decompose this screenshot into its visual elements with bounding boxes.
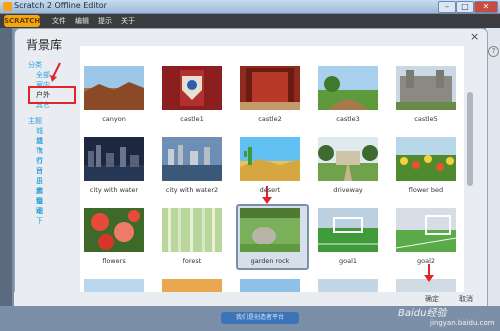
menu-about[interactable]: 关于 [121, 16, 135, 26]
backdrop-label: desert [259, 186, 281, 194]
scratch-logo: SCRATCH [4, 15, 41, 27]
selection-highlight [28, 86, 76, 104]
backdrop-label: castle3 [336, 115, 360, 123]
backdrop-thumbnail [318, 208, 378, 252]
footer-button[interactable]: 我们是创造者平台 [221, 312, 299, 324]
backdrop-tile[interactable]: canyon [84, 66, 152, 123]
backdrop-tile[interactable]: goal1 [318, 208, 386, 265]
window-title: Scratch 2 Offline Editor [14, 1, 107, 10]
menu-edit[interactable]: 编辑 [75, 16, 89, 26]
red-arrow-icon [424, 264, 434, 282]
backdrop-tile[interactable]: city with water2 [162, 137, 230, 194]
backdrop-thumbnail [396, 66, 456, 110]
backdrop-thumbnail-partial[interactable] [162, 279, 222, 292]
backdrop-thumbnail [84, 66, 144, 110]
watermark-brand: Baidu经验 [398, 308, 447, 319]
backdrop-label: garden rock [250, 257, 290, 265]
backdrop-tile[interactable]: flowers [84, 208, 152, 265]
backdrop-thumbnail [84, 208, 144, 252]
backdrop-tile[interactable]: goal2 [396, 208, 464, 265]
theme-header: 主题 [28, 117, 42, 125]
maximize-button[interactable]: □ [456, 1, 474, 13]
backdrop-label: castle2 [258, 115, 282, 123]
minimize-button[interactable]: – [438, 1, 456, 13]
dialog-title: 背景库 [26, 38, 63, 52]
backdrop-thumbnail [162, 208, 222, 252]
menu-bar: SCRATCH 文件 编辑 提示 关于 [0, 14, 500, 28]
backdrop-label: goal1 [338, 257, 358, 265]
backdrop-tile[interactable]: driveway [318, 137, 386, 194]
backdrop-thumbnail [318, 66, 378, 110]
category-header: 分类 [28, 61, 42, 69]
backdrop-tile[interactable]: desert [240, 137, 308, 194]
backdrop-label: canyon [102, 115, 126, 123]
backdrop-thumbnail [240, 137, 300, 181]
watermark-url: jingyan.baidu.com [430, 319, 495, 327]
close-window-button[interactable]: ✕ [474, 1, 498, 13]
backdrop-label: goal2 [416, 257, 436, 265]
backdrop-thumbnail [318, 137, 378, 181]
backdrop-tile[interactable]: flower bed [396, 137, 464, 194]
dialog-close-icon[interactable]: × [470, 30, 479, 43]
help-icon[interactable]: ? [488, 46, 499, 57]
backdrop-label: city with water2 [165, 186, 219, 194]
scrollbar-thumb[interactable] [467, 92, 473, 186]
backdrop-thumbnail-partial[interactable] [318, 279, 378, 292]
backdrop-tile[interactable]: castle2 [240, 66, 308, 123]
cancel-button[interactable]: 取消 [452, 292, 480, 306]
backdrop-label: castle1 [180, 115, 204, 123]
title-bar: Scratch 2 Offline Editor – □ ✕ [0, 0, 500, 14]
backdrop-label: flowers [102, 257, 126, 265]
backdrop-thumbnail [240, 66, 300, 110]
backdrop-tile[interactable]: forest [162, 208, 230, 265]
backdrop-tile[interactable]: castle3 [318, 66, 386, 123]
backdrop-thumbnail [162, 66, 222, 110]
menu-file[interactable]: 文件 [52, 16, 66, 26]
backdrop-thumbnail-partial[interactable] [240, 279, 300, 292]
backdrop-grid: canyon castle1 castle2 castle3 castle5 city w… [80, 46, 464, 292]
backdrop-tile[interactable]: city with water [84, 137, 152, 194]
backdrop-label: city with water [89, 186, 139, 194]
backdrop-thumbnail [396, 208, 456, 252]
backdrop-label: forest [182, 257, 202, 265]
backdrop-label: castle5 [414, 115, 438, 123]
theme-underwater[interactable]: 水下 [36, 206, 43, 226]
menu-tips[interactable]: 提示 [98, 16, 112, 26]
backdrop-thumbnail [84, 137, 144, 181]
backdrop-tile[interactable]: castle5 [396, 66, 464, 123]
backdrop-thumbnail [162, 137, 222, 181]
backdrop-thumbnail [396, 137, 456, 181]
category-all[interactable]: 全部 [36, 70, 50, 80]
editor-right-background: ? [486, 28, 500, 331]
backdrop-tile[interactable]: garden rock [236, 204, 309, 270]
red-arrow-icon [50, 62, 61, 82]
backdrop-tile[interactable]: castle1 [162, 66, 230, 123]
backdrop-label: driveway [333, 186, 363, 194]
backdrop-thumbnail [240, 208, 300, 252]
backdrop-thumbnail-partial[interactable] [84, 279, 144, 292]
app-icon [3, 2, 12, 11]
editor-left-background [0, 28, 12, 331]
backdrop-label: flower bed [408, 186, 444, 194]
